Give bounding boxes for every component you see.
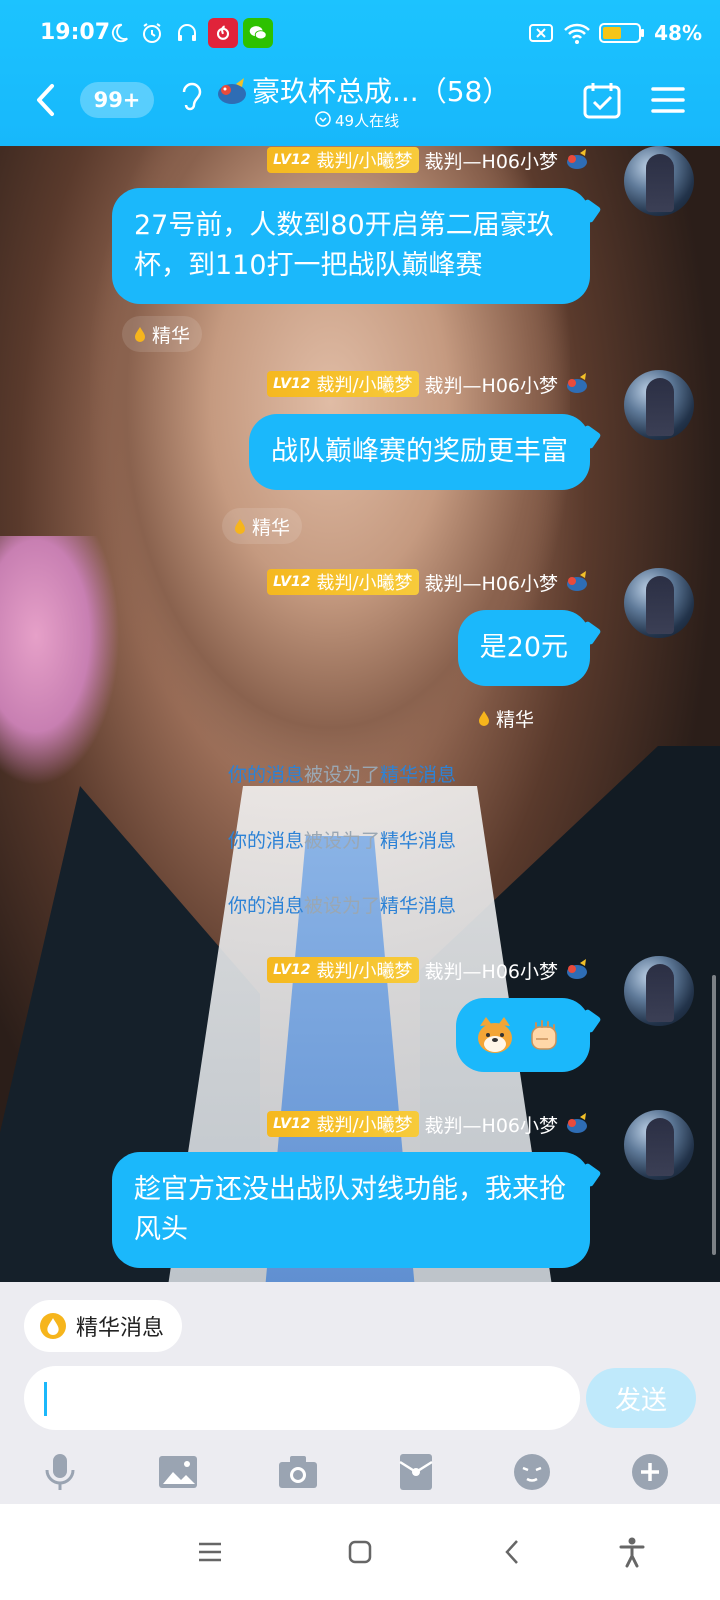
system-notice: 你的消息被设为了精华消息 — [228, 895, 457, 917]
message-meta: LV12 裁判/小曦梦 裁判—H06小梦 — [267, 568, 590, 596]
message-input[interactable] — [24, 1366, 580, 1430]
back-icon[interactable] — [494, 1534, 530, 1570]
back-button[interactable] — [26, 78, 66, 122]
system-notice: 你的消息被设为了精华消息 — [228, 830, 457, 852]
accessibility-icon[interactable] — [614, 1534, 650, 1570]
sender-name[interactable]: 裁判—H06小梦 — [425, 1111, 558, 1138]
home-icon[interactable] — [342, 1534, 378, 1570]
sim-off-icon — [526, 18, 556, 48]
message-meta: LV12 裁判/小曦梦 裁判—H06小梦 — [267, 956, 590, 984]
status-bar: 19:07 48% — [0, 0, 720, 66]
moon-icon — [104, 18, 134, 48]
avatar[interactable] — [624, 568, 694, 638]
scrollbar[interactable] — [712, 975, 716, 1255]
calendar-check-icon[interactable] — [582, 80, 622, 120]
battery-icon — [598, 18, 646, 48]
avatar[interactable] — [624, 956, 694, 1026]
drop-icon — [235, 519, 245, 534]
essence-tag[interactable]: 精华 — [466, 700, 546, 736]
chevron-down-icon — [315, 110, 331, 131]
essence-tag[interactable]: 精华 — [222, 508, 303, 544]
red-packet-icon[interactable] — [394, 1450, 438, 1494]
essence-messages-chip[interactable]: 精华消息 — [24, 1300, 183, 1352]
group-dragon-icon — [214, 74, 250, 110]
emoji-icon[interactable] — [510, 1450, 554, 1494]
chat-header: 19:07 48% 99+ 豪玖杯总成...（58） 49人在线 — [0, 0, 720, 146]
headset-icon — [172, 18, 202, 48]
emoji-message-bubble[interactable] — [456, 998, 590, 1072]
message-bubble[interactable]: 是20元 — [457, 610, 590, 686]
level-badge: LV12 裁判/小曦梦 — [267, 1111, 419, 1137]
background-blur — [0, 536, 120, 786]
battery-percent: 48% — [654, 21, 702, 45]
wechat-icon — [243, 18, 273, 48]
message-meta: LV12 裁判/小曦梦 裁判—H06小梦 — [267, 146, 590, 174]
message-meta: LV12 裁判/小曦梦 裁判—H06小梦 — [267, 370, 590, 398]
camera-icon[interactable] — [276, 1450, 320, 1494]
dragon-icon — [567, 373, 587, 393]
drop-icon — [40, 1313, 66, 1339]
menu-icon[interactable] — [192, 1534, 228, 1570]
online-count-label: 49人在线 — [335, 112, 400, 130]
drop-icon — [479, 711, 489, 726]
image-icon[interactable] — [156, 1450, 200, 1494]
dragon-icon — [567, 959, 587, 979]
sender-name[interactable]: 裁判—H06小梦 — [425, 371, 558, 398]
essence-tag[interactable]: 精华 — [122, 316, 203, 352]
message-bubble[interactable]: 战队巅峰赛的奖励更丰富 — [249, 414, 590, 490]
netease-music-icon — [208, 18, 238, 48]
send-button[interactable]: 发送 — [586, 1368, 696, 1428]
navigation-bar — [0, 1504, 720, 1600]
avatar[interactable] — [624, 1110, 694, 1180]
online-count[interactable]: 49人在线 — [315, 110, 399, 131]
wifi-icon — [562, 18, 592, 48]
fist-emoji — [531, 1020, 557, 1050]
level-badge: LV12 裁判/小曦梦 — [267, 147, 419, 173]
avatar[interactable] — [624, 370, 694, 440]
dragon-icon — [567, 1113, 587, 1133]
level-badge: LV12 裁判/小曦梦 — [267, 569, 419, 595]
drop-icon — [135, 327, 145, 342]
microphone-icon[interactable] — [38, 1450, 82, 1494]
dragon-icon — [567, 571, 587, 591]
message-bubble[interactable]: 27号前，人数到80开启第二届豪玖杯，到110打一把战队巅峰赛 — [112, 188, 590, 304]
status-time: 19:07 — [40, 20, 111, 45]
input-panel: 精华消息 发送 — [0, 1282, 720, 1504]
message-meta: LV12 裁判/小曦梦 裁判—H06小梦 — [267, 1110, 590, 1138]
chat-title[interactable]: 豪玖杯总成...（58） — [252, 70, 510, 110]
level-badge: LV12 裁判/小曦梦 — [267, 371, 419, 397]
text-cursor — [44, 1382, 47, 1416]
level-badge: LV12 裁判/小曦梦 — [267, 957, 419, 983]
sender-name[interactable]: 裁判—H06小梦 — [425, 569, 558, 596]
alarm-icon — [137, 18, 167, 48]
dragon-icon — [567, 149, 587, 169]
menu-icon[interactable] — [650, 82, 686, 118]
earpiece-mode-icon[interactable] — [178, 78, 204, 114]
sender-name[interactable]: 裁判—H06小梦 — [425, 147, 558, 174]
system-notice: 你的消息被设为了精华消息 — [228, 764, 457, 786]
plus-icon[interactable] — [628, 1450, 672, 1494]
sender-name[interactable]: 裁判—H06小梦 — [425, 957, 558, 984]
shiba-dog-emoji — [478, 1017, 512, 1053]
unread-badge[interactable]: 99+ — [80, 82, 154, 118]
avatar[interactable] — [624, 146, 694, 216]
message-bubble[interactable]: 趁官方还没出战队对线功能，我来抢风头 — [112, 1152, 590, 1268]
